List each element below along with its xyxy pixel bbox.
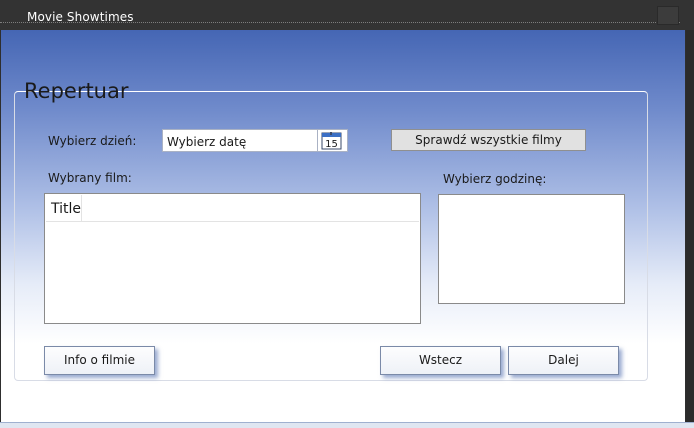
title-bar[interactable]: Movie Showtimes <box>0 0 694 30</box>
window-frame-bottom <box>0 422 694 428</box>
calendar-icon-day: 15 <box>325 139 338 150</box>
title-focus-outline <box>0 22 680 23</box>
choose-day-label: Wybierz dzień: <box>48 134 137 148</box>
window-frame-right <box>686 30 694 427</box>
back-button[interactable]: Wstecz <box>380 346 501 375</box>
column-header-title[interactable]: Title <box>46 195 82 221</box>
calendar-icon[interactable]: 15 <box>321 132 342 150</box>
date-picker[interactable]: Wybierz datę 15 <box>162 129 348 152</box>
choose-time-label: Wybierz godzinę: <box>443 172 547 186</box>
movie-info-button[interactable]: Info o filmie <box>44 346 155 375</box>
date-picker-divider <box>317 130 318 151</box>
next-button[interactable]: Dalej <box>508 346 619 375</box>
movies-listview[interactable]: Title <box>44 193 421 324</box>
check-all-movies-button[interactable]: Sprawdź wszystkie filmy <box>391 129 586 151</box>
groupbox-title: Repertuar <box>24 79 129 103</box>
date-picker-text[interactable]: Wybierz datę <box>167 135 246 149</box>
system-button[interactable] <box>657 6 679 25</box>
app-window: Movie Showtimes Repertuar Wybierz dzień:… <box>0 0 694 428</box>
showtimes-listbox[interactable] <box>438 194 625 304</box>
listview-header: Title <box>46 195 419 222</box>
column-header-title-label: Title <box>51 201 82 217</box>
selected-movie-label: Wybrany film: <box>48 171 132 185</box>
